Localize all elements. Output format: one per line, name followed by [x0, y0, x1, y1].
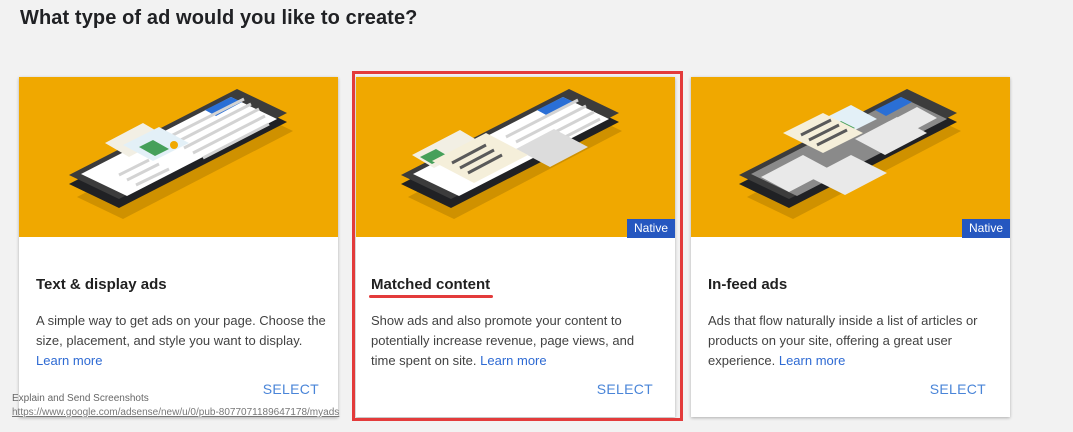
select-button[interactable]: SELECT	[263, 381, 319, 397]
card-text-display-ads[interactable]: Text & display ads A simple way to get a…	[19, 77, 338, 417]
native-badge: Native	[626, 219, 675, 238]
phone-display-ad-illustration	[69, 89, 293, 219]
card-illustration	[19, 77, 338, 237]
learn-more-link[interactable]: Learn more	[779, 353, 845, 368]
card-title: Matched content	[371, 276, 491, 293]
annotation-underline	[369, 295, 493, 298]
screenshot-caption: Explain and Send Screenshots	[12, 393, 149, 404]
learn-more-link[interactable]: Learn more	[480, 353, 546, 368]
card-matched-content[interactable]: Native Matched content Show ads and also…	[356, 77, 675, 417]
card-description: Ads that flow naturally inside a list of…	[708, 313, 978, 368]
learn-more-link[interactable]: Learn more	[36, 353, 102, 368]
card-illustration	[356, 77, 675, 237]
page-title: What type of ad would you like to create…	[20, 7, 418, 29]
card-description: Show ads and also promote your content t…	[371, 313, 635, 368]
native-badge: Native	[961, 219, 1010, 238]
card-title: Text & display ads	[36, 276, 167, 293]
select-button[interactable]: SELECT	[597, 381, 653, 397]
card-in-feed-ads[interactable]: Native In-feed ads Ads that flow natural…	[691, 77, 1010, 417]
phone-matched-content-illustration	[401, 89, 622, 219]
card-description: A simple way to get ads on your page. Ch…	[36, 313, 326, 368]
phone-in-feed-illustration	[739, 89, 961, 219]
card-illustration	[691, 77, 1010, 237]
select-button[interactable]: SELECT	[930, 381, 986, 397]
card-title: In-feed ads	[708, 276, 788, 293]
screenshot-url: https://www.google.com/adsense/new/u/0/p…	[12, 407, 340, 418]
